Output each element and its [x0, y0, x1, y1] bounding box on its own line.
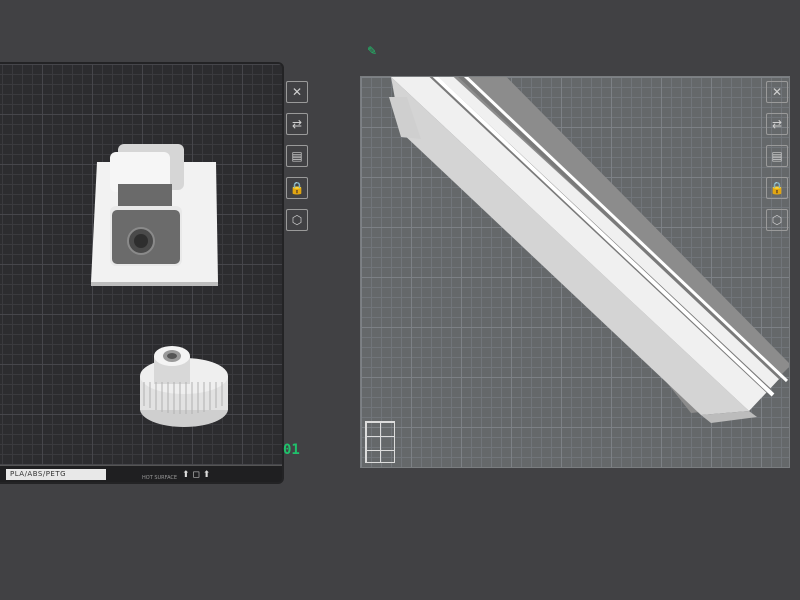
close-icon[interactable]: ✕: [286, 81, 308, 103]
lock-icon[interactable]: 🔒: [766, 177, 788, 199]
layout-icon[interactable]: ▤: [766, 145, 788, 167]
rail-model[interactable]: [389, 77, 789, 423]
lock-icon[interactable]: 🔒: [286, 177, 308, 199]
build-plate-right[interactable]: [360, 76, 790, 468]
bracket-model[interactable]: [91, 144, 218, 286]
build-plate-left[interactable]: PLA/ABS/PETG HOT SURFACE ⬆ ◻ ⬆: [0, 62, 284, 484]
close-icon[interactable]: ✕: [766, 81, 788, 103]
hot-surface-label: HOT SURFACE: [142, 475, 178, 481]
settings-icon[interactable]: ⬡: [766, 209, 788, 231]
edit-pencil-icon[interactable]: ✎: [367, 44, 377, 58]
plate-number: 01: [283, 442, 300, 458]
arrange-icon[interactable]: ⇄: [286, 113, 308, 135]
plate-toolbar-right: ✕ ⇄ ▤ 🔒 ⬡: [766, 81, 788, 241]
arrange-icon[interactable]: ⇄: [766, 113, 788, 135]
right-plate-model: [389, 77, 789, 423]
filament-type-label: PLA/ABS/PETG: [6, 469, 107, 480]
plate-footer-icons: ⬆ ◻ ⬆: [182, 470, 211, 480]
plate-footer: PLA/ABS/PETG HOT SURFACE ⬆ ◻ ⬆: [0, 465, 282, 482]
settings-icon[interactable]: ⬡: [286, 209, 308, 231]
layout-icon[interactable]: ▤: [286, 145, 308, 167]
plate-toolbar-left: ✕ ⇄ ▤ 🔒 ⬡: [286, 81, 308, 241]
knob-model[interactable]: [140, 346, 228, 427]
left-plate-models: [91, 144, 228, 427]
